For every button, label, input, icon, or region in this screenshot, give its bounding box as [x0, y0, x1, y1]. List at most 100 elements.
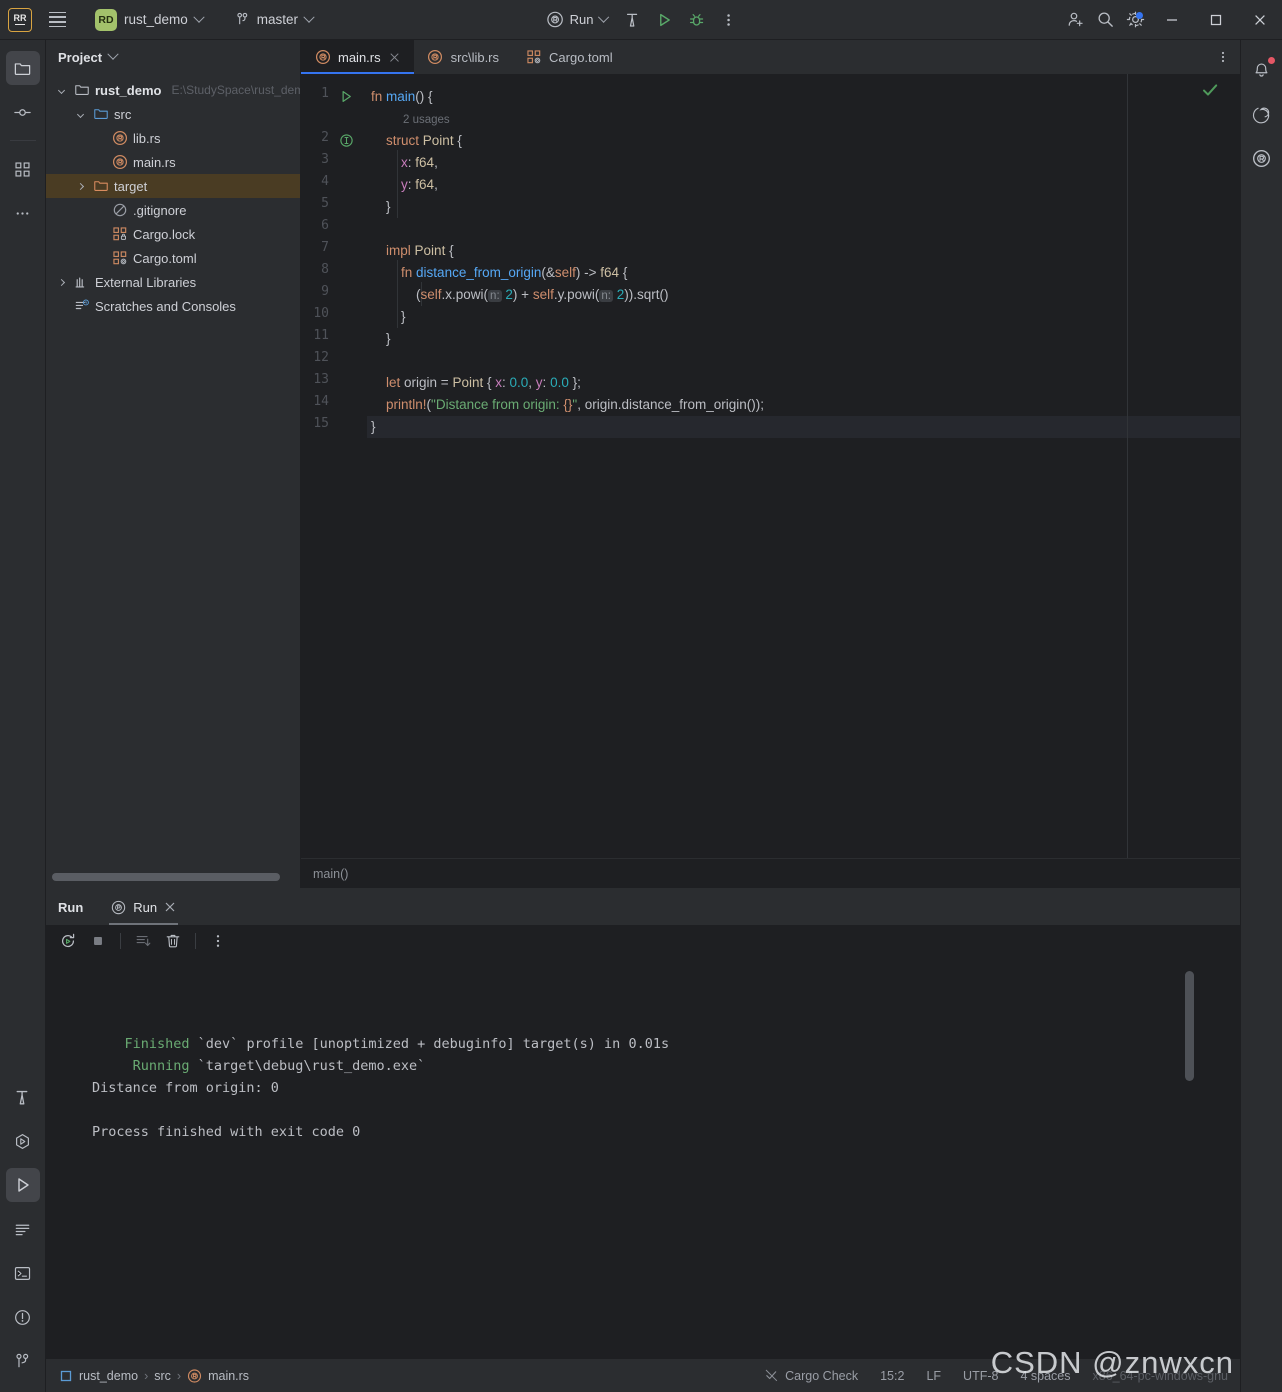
run-console-output[interactable]: Finished `dev` profile [unoptimized + de…: [46, 957, 1240, 1358]
breadcrumb[interactable]: rust_demo › src › main.rs: [58, 1367, 249, 1384]
debug-button[interactable]: [681, 5, 711, 35]
code-line[interactable]: struct Point {: [367, 130, 1240, 152]
code-line[interactable]: impl Point {: [367, 240, 1240, 262]
code-line[interactable]: let origin = Point { x: 0.0, y: 0.0 };: [367, 372, 1240, 394]
close-button[interactable]: [1238, 0, 1282, 40]
tree-node-main.rs[interactable]: main.rs: [46, 150, 300, 174]
sidebar-item-terminal[interactable]: [6, 1256, 40, 1290]
code-line[interactable]: }: [367, 196, 1240, 218]
project-panel-title: Project: [58, 49, 103, 65]
scroll-to-end-button[interactable]: [129, 927, 157, 955]
sidebar-item-problems[interactable]: [6, 1300, 40, 1334]
tree-node-external-libraries[interactable]: External Libraries: [46, 270, 300, 294]
chevron-down-icon[interactable]: [54, 83, 68, 97]
breadcrumb-item[interactable]: rust_demo: [79, 1369, 138, 1383]
notifications-button[interactable]: [1246, 54, 1278, 86]
editor-tabs-more-button[interactable]: [1206, 40, 1240, 74]
sidebar-item-debug[interactable]: [6, 1124, 40, 1158]
sidebar-item-project[interactable]: [5, 51, 40, 85]
rust-tool-window-button[interactable]: [1246, 142, 1278, 174]
rerun-button[interactable]: [54, 927, 82, 955]
chevron-down-icon[interactable]: [73, 107, 87, 121]
code-line[interactable]: x: f64,: [367, 152, 1240, 174]
caret-position[interactable]: 15:2: [880, 1369, 904, 1383]
indent-setting[interactable]: 4 spaces: [1020, 1369, 1070, 1383]
code-line[interactable]: y: f64,: [367, 174, 1240, 196]
stop-button[interactable]: [84, 927, 112, 955]
scrollbar-thumb[interactable]: [52, 873, 280, 881]
editor-breadcrumb[interactable]: main(): [301, 858, 1240, 888]
inspection-status-indicator[interactable]: [1200, 80, 1220, 105]
close-icon[interactable]: [164, 901, 176, 913]
code-line[interactable]: fn distance_from_origin(&self) -> f64 {: [367, 262, 1240, 284]
code-line[interactable]: println!("Distance from origin: {}", ori…: [367, 394, 1240, 416]
rust-toolchain[interactable]: x86_64-pc-windows-gnu: [1093, 1369, 1229, 1383]
code-line[interactable]: }: [367, 306, 1240, 328]
add-collaborator-button[interactable]: [1060, 5, 1090, 35]
tree-node-cargo.lock[interactable]: Cargo.lock: [46, 222, 300, 246]
project-tree[interactable]: rust_demo E:\StudySpace\rust_dem src lib.rs…: [46, 74, 300, 866]
editor-tab-main.rs[interactable]: main.rs: [301, 40, 414, 74]
editor-tab-label: main.rs: [338, 49, 381, 65]
project-panel-header[interactable]: Project: [46, 40, 300, 74]
usages-hint[interactable]: 2 usages: [367, 108, 1240, 130]
code-editor[interactable]: 1 2 3 4 5 6 7 8 9 10 11 12 13 14 15 2 usages fn main() …: [301, 74, 1240, 858]
file-encoding[interactable]: UTF-8: [963, 1369, 998, 1383]
breadcrumb-item[interactable]: src: [154, 1369, 171, 1383]
code-line[interactable]: [367, 350, 1240, 372]
rust-file-icon: [112, 154, 127, 170]
tree-node-target[interactable]: target: [46, 174, 300, 198]
ai-assistant-button[interactable]: [1246, 98, 1278, 130]
tree-node-.gitignore[interactable]: .gitignore: [46, 198, 300, 222]
sidebar-item-commit[interactable]: [6, 95, 40, 129]
run-configuration-selector[interactable]: Run: [539, 7, 616, 32]
sidebar-item-more[interactable]: [6, 196, 40, 230]
build-button[interactable]: [617, 5, 647, 35]
editor-tab-src-lib.rs[interactable]: src\lib.rs: [414, 40, 512, 74]
code-line[interactable]: [367, 218, 1240, 240]
implementation-gutter-icon[interactable]: [339, 133, 355, 149]
sidebar-item-structure[interactable]: [6, 152, 40, 186]
run-panel-more-button[interactable]: [204, 927, 232, 955]
run-panel-tab[interactable]: Run: [103, 889, 184, 925]
cargo-check-status[interactable]: Cargo Check: [764, 1368, 858, 1383]
run-gutter-icon[interactable]: [339, 89, 355, 105]
sidebar-item-build[interactable]: [6, 1080, 40, 1114]
tree-node-scratches-and-consoles[interactable]: Scratches and Consoles: [46, 294, 300, 318]
sidebar-item-run[interactable]: [5, 1168, 40, 1202]
tree-node-cargo.toml[interactable]: Cargo.toml: [46, 246, 300, 270]
code-content[interactable]: 2 usages fn main() { struct Point { x: f6…: [367, 74, 1240, 858]
code-line[interactable]: }: [367, 416, 1240, 438]
tree-node-src[interactable]: src: [46, 102, 300, 126]
source-folder-icon: [93, 109, 108, 119]
search-everywhere-button[interactable]: [1090, 5, 1120, 35]
project-selector[interactable]: RD rust_demo: [88, 5, 210, 35]
breadcrumb-item[interactable]: main.rs: [208, 1369, 249, 1383]
gitignore-icon: [111, 202, 128, 219]
hamburger-menu-icon[interactable]: [40, 3, 74, 37]
chevron-right-icon[interactable]: [54, 275, 68, 289]
run-button[interactable]: [649, 5, 679, 35]
more-run-options-button[interactable]: [713, 5, 743, 35]
close-icon[interactable]: [388, 51, 401, 64]
code-line[interactable]: }: [367, 328, 1240, 350]
line-number: 8: [321, 262, 329, 277]
sidebar-item-git[interactable]: [6, 1344, 40, 1378]
code-line[interactable]: (self.x.powi(n: 2) + self.y.powi(n: 2)).…: [367, 284, 1240, 306]
console-scrollbar-thumb[interactable]: [1185, 971, 1194, 1081]
maximize-button[interactable]: [1194, 0, 1238, 40]
tree-node-rust_demo[interactable]: rust_demo E:\StudySpace\rust_dem: [46, 78, 300, 102]
branch-selector[interactable]: master: [228, 8, 320, 31]
tree-node-lib.rs[interactable]: lib.rs: [46, 126, 300, 150]
clear-all-button[interactable]: [159, 927, 187, 955]
editor-gutter[interactable]: 1 2 3 4 5 6 7 8 9 10 11 12 13 14 15: [301, 74, 367, 858]
line-separator[interactable]: LF: [926, 1369, 941, 1383]
settings-button[interactable]: [1120, 5, 1150, 35]
editor-tab-cargo.toml[interactable]: Cargo.toml: [512, 40, 626, 74]
sidebar-item-todo[interactable]: [6, 1212, 40, 1246]
project-horizontal-scrollbar[interactable]: [46, 866, 300, 888]
code-line[interactable]: fn main() {: [367, 86, 1240, 108]
minimize-button[interactable]: [1150, 0, 1194, 40]
chevron-right-icon[interactable]: [73, 179, 87, 193]
sidebar-divider: [9, 140, 36, 141]
